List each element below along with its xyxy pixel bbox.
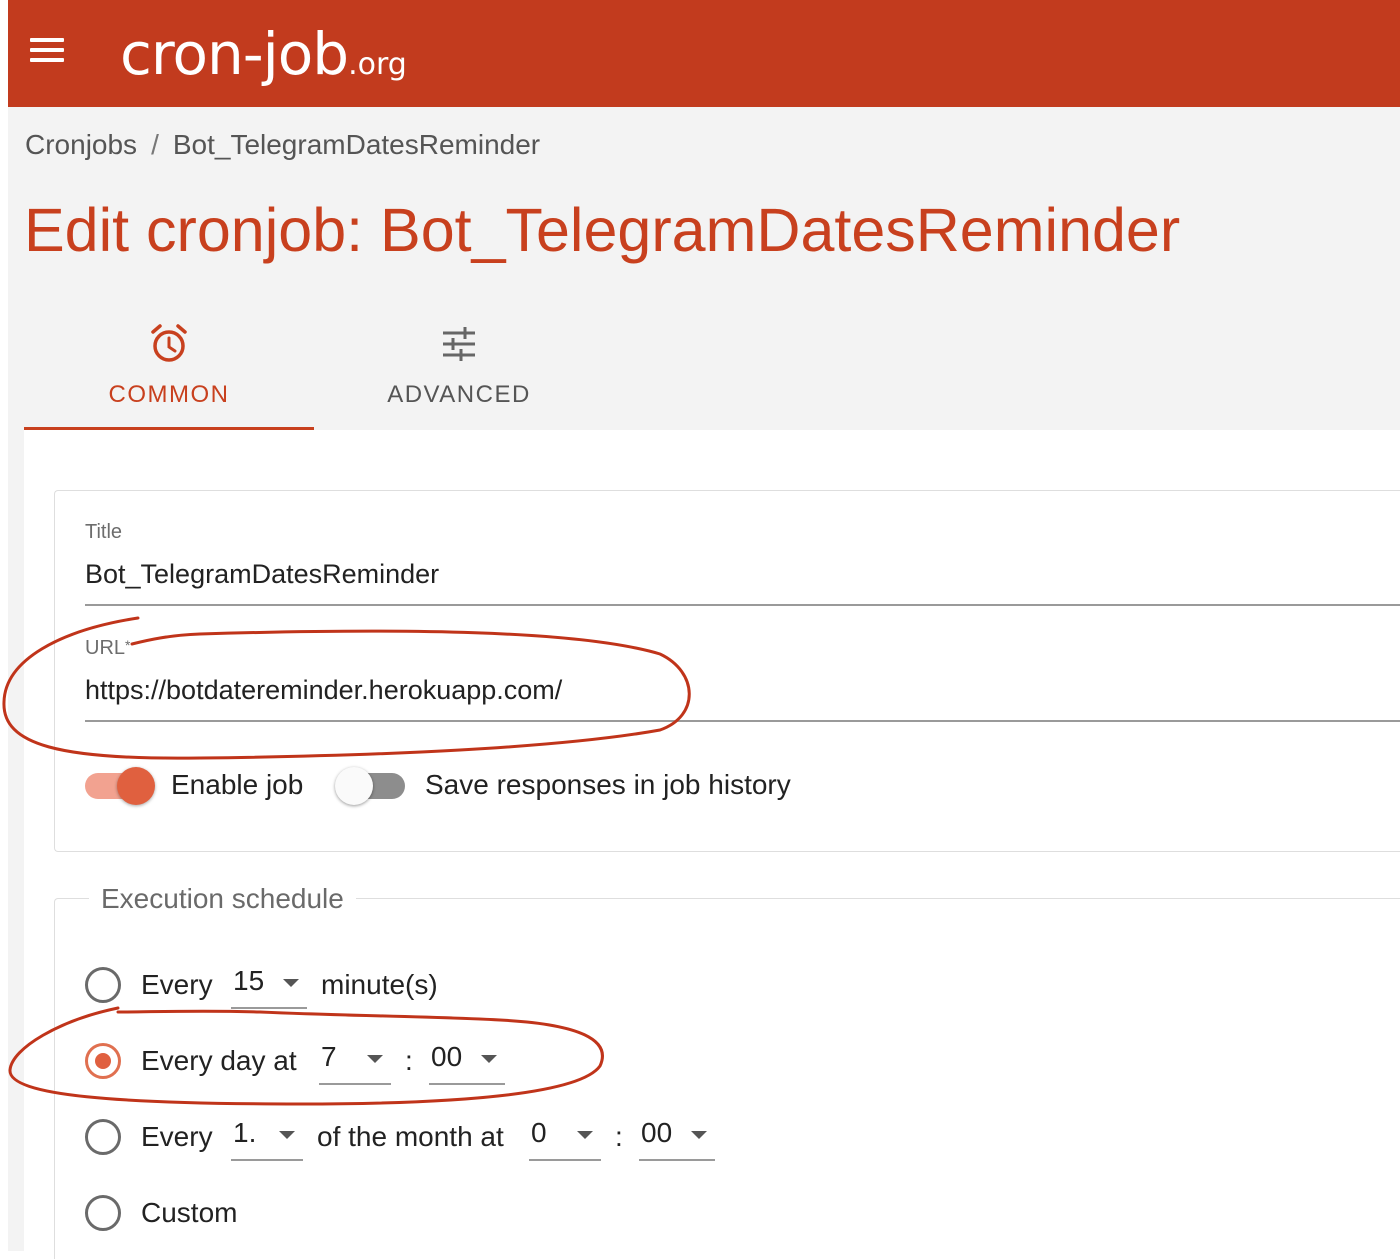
site-logo[interactable]: cron-job.org [120, 14, 407, 105]
enable-job-toggle[interactable] [85, 767, 157, 805]
tab-advanced-label: ADVANCED [387, 381, 531, 408]
tab-advanced[interactable]: ADVANCED [314, 315, 604, 432]
common-panel: Title URL* Enable job Save responses in … [24, 430, 1400, 1259]
url-required-mark: * [125, 637, 131, 653]
breadcrumb-current: Bot_TelegramDatesReminder [172, 129, 541, 160]
schedule-every-label: Every [141, 969, 213, 1000]
daily-hour-value: 7 [321, 1041, 337, 1072]
monthly-hour-value: 0 [531, 1117, 547, 1148]
time-colon: : [405, 1045, 413, 1076]
chevron-down-icon [691, 1131, 707, 1139]
monthly-time-colon: : [615, 1121, 623, 1152]
save-responses-label: Save responses in job history [425, 769, 791, 800]
url-field-label: URL* [85, 637, 130, 660]
title-underline [85, 604, 1400, 606]
of-the-month-at-label: of the month at [317, 1121, 504, 1152]
chevron-down-icon [367, 1055, 383, 1063]
schedule-custom-radio[interactable] [85, 1195, 121, 1231]
month-day-select[interactable]: 1. [231, 1117, 303, 1161]
schedule-monthly-radio[interactable] [85, 1119, 121, 1155]
breadcrumb-separator: / [151, 129, 159, 160]
execution-schedule-legend: Execution schedule [89, 883, 356, 915]
tab-common[interactable]: COMMON [24, 315, 314, 432]
minutes-interval-select[interactable]: 15 [231, 965, 307, 1009]
month-day-value: 1. [233, 1117, 257, 1148]
title-input[interactable] [85, 559, 1285, 590]
left-margin [0, 0, 8, 1251]
daily-hour-select[interactable]: 7 [319, 1041, 391, 1085]
url-input[interactable] [85, 675, 1285, 706]
minutes-suffix-label: minute(s) [321, 969, 438, 1000]
sliders-icon [443, 327, 475, 361]
tab-bar: COMMON ADVANCED [24, 315, 1400, 432]
url-underline [85, 720, 1400, 722]
custom-label: Custom [141, 1197, 238, 1228]
title-field-label: Title [85, 521, 123, 543]
save-responses-toggle[interactable] [335, 767, 407, 805]
general-settings-card: Title URL* Enable job Save responses in … [54, 490, 1400, 852]
enable-job-label: Enable job [171, 769, 304, 800]
chevron-down-icon [279, 1131, 295, 1139]
save-responses-knob [335, 767, 373, 805]
url-label-text: URL [85, 637, 126, 659]
monthly-every-label: Every [141, 1121, 213, 1152]
execution-schedule-fieldset: Execution schedule Every 15 minute(s) Ev… [54, 883, 1400, 1259]
monthly-minute-select[interactable]: 00 [639, 1117, 715, 1161]
daily-minute-select[interactable]: 00 [429, 1041, 505, 1085]
main-content: Cronjobs / Bot_TelegramDatesReminder Edit … [8, 107, 1400, 1259]
chevron-down-icon [481, 1055, 497, 1063]
chevron-down-icon [283, 979, 299, 987]
every-day-at-label: Every day at [141, 1045, 297, 1076]
page-title: Edit cronjob: Bot_TelegramDatesReminder [24, 196, 1181, 264]
monthly-minute-value: 00 [641, 1117, 673, 1148]
monthly-hour-select[interactable]: 0 [529, 1117, 601, 1161]
breadcrumb: Cronjobs / Bot_TelegramDatesReminder [25, 129, 540, 161]
breadcrumb-cronjobs-link[interactable]: Cronjobs [25, 129, 137, 160]
enable-job-knob [117, 767, 155, 805]
tab-common-label: COMMON [108, 381, 230, 408]
alarm-clock-icon [151, 324, 187, 362]
daily-minute-value: 00 [431, 1041, 463, 1072]
schedule-every-day-radio[interactable] [85, 1043, 121, 1079]
menu-icon[interactable] [30, 38, 64, 64]
schedule-every-minutes-radio[interactable] [85, 967, 121, 1003]
top-app-bar: cron-job.org [8, 0, 1400, 107]
logo-main-text: cron-job [120, 20, 349, 88]
logo-tld-text: .org [348, 47, 407, 82]
minutes-interval-value: 15 [233, 965, 265, 996]
chevron-down-icon [577, 1131, 593, 1139]
